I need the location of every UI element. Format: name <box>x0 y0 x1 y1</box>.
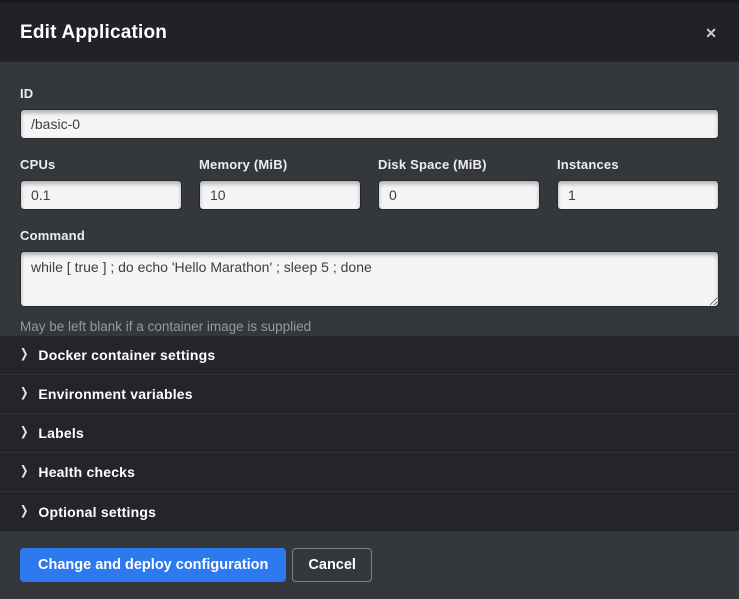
memory-input[interactable] <box>199 180 361 210</box>
id-label: ID <box>20 86 719 101</box>
cpus-field-group: CPUs <box>20 157 182 210</box>
chevron-right-icon: ❯ <box>20 466 28 479</box>
instances-label: Instances <box>557 157 719 172</box>
section-title: Environment variables <box>38 386 192 402</box>
close-icon[interactable]: ✕ <box>703 22 719 44</box>
section-environment-variables[interactable]: ❯ Environment variables <box>0 375 739 414</box>
id-field-group: ID <box>20 86 719 139</box>
section-optional-settings[interactable]: ❯ Optional settings <box>0 492 739 531</box>
chevron-right-icon: ❯ <box>20 427 28 440</box>
command-field-group: Command while [ true ] ; do echo 'Hello … <box>20 228 719 334</box>
modal-title: Edit Application <box>20 22 167 44</box>
instances-input[interactable] <box>557 180 719 210</box>
section-title: Labels <box>38 425 84 441</box>
section-title: Health checks <box>38 464 135 480</box>
form-area: ID CPUs Memory (MiB) Disk Space (MiB) In… <box>0 62 739 336</box>
disk-field-group: Disk Space (MiB) <box>378 157 540 210</box>
command-help-text: May be left blank if a container image i… <box>20 319 719 334</box>
memory-label: Memory (MiB) <box>199 157 361 172</box>
disk-label: Disk Space (MiB) <box>378 157 540 172</box>
cancel-button[interactable]: Cancel <box>292 548 372 582</box>
id-input[interactable] <box>20 109 719 139</box>
accordion-sections: ❯ Docker container settings ❯ Environmen… <box>0 336 739 531</box>
chevron-right-icon: ❯ <box>20 349 28 362</box>
section-title: Docker container settings <box>38 347 215 363</box>
command-textarea[interactable]: while [ true ] ; do echo 'Hello Marathon… <box>20 251 719 307</box>
modal-header: Edit Application ✕ <box>0 3 739 62</box>
cpus-label: CPUs <box>20 157 182 172</box>
modal-footer: Change and deploy configuration Cancel <box>0 531 739 599</box>
chevron-right-icon: ❯ <box>20 388 28 401</box>
resources-row: CPUs Memory (MiB) Disk Space (MiB) Insta… <box>20 157 719 210</box>
section-title: Optional settings <box>38 504 156 520</box>
chevron-right-icon: ❯ <box>20 505 28 518</box>
cpus-input[interactable] <box>20 180 182 210</box>
disk-input[interactable] <box>378 180 540 210</box>
change-and-deploy-button[interactable]: Change and deploy configuration <box>20 548 286 582</box>
section-docker-container-settings[interactable]: ❯ Docker container settings <box>0 336 739 375</box>
section-labels[interactable]: ❯ Labels <box>0 414 739 453</box>
instances-field-group: Instances <box>557 157 719 210</box>
command-label: Command <box>20 228 719 243</box>
section-health-checks[interactable]: ❯ Health checks <box>0 453 739 492</box>
memory-field-group: Memory (MiB) <box>199 157 361 210</box>
edit-application-modal: Edit Application ✕ ID CPUs Memory (MiB) … <box>0 0 739 599</box>
